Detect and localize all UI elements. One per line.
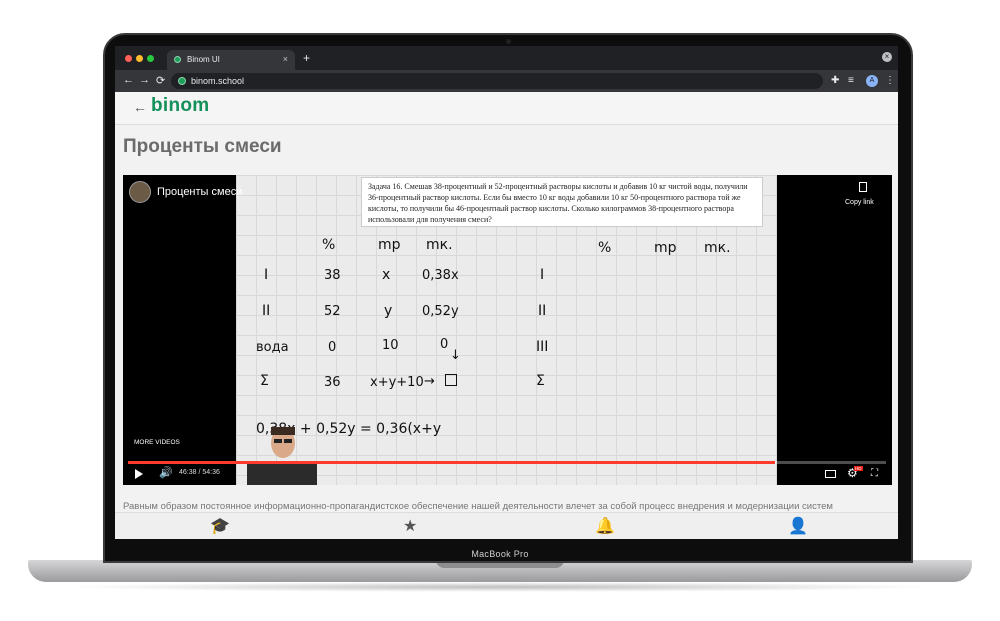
tab-title: Binom UI — [187, 55, 220, 64]
window-close-icon[interactable]: × — [882, 52, 892, 62]
arrow-right-icon: → — [424, 374, 435, 389]
play-icon[interactable] — [135, 469, 143, 479]
bell-icon[interactable]: 🔔 — [595, 516, 615, 536]
browser-tab[interactable]: Binom UI × — [167, 50, 295, 70]
header-mr: mр — [654, 240, 677, 256]
reload-button[interactable]: ⟳ — [156, 74, 165, 87]
cell-mk: 0,52y — [422, 304, 459, 319]
hd-badge: HD — [854, 466, 863, 471]
row-label: I — [264, 267, 269, 283]
cell-mr: x+y+10 — [370, 375, 424, 390]
arrow-down-icon: ↓ — [450, 348, 461, 363]
cell-mr: x — [382, 267, 391, 283]
cell-percent: 36 — [324, 375, 341, 390]
cell-mk: 0 — [440, 337, 449, 352]
row-label: II — [262, 303, 271, 319]
video-description: Равным образом постоянное информационно-… — [123, 501, 833, 512]
page-title: Проценты смеси — [123, 136, 282, 157]
menu-icon[interactable]: ⋮ — [885, 75, 895, 86]
new-tab-button[interactable]: + — [303, 51, 310, 65]
forward-button[interactable]: → — [139, 74, 150, 86]
reading-list-icon[interactable]: ≡ — [848, 75, 854, 86]
cell-mr: 10 — [382, 338, 399, 353]
address-bar[interactable]: binom.school — [171, 73, 823, 89]
more-videos-button[interactable]: MORE VIDEOS — [134, 439, 180, 446]
copy-icon[interactable] — [859, 182, 867, 192]
fullscreen-icon[interactable]: ⛶ — [871, 468, 878, 479]
cell-percent: 52 — [324, 304, 341, 319]
header-mk: mк. — [426, 237, 453, 253]
tab-close-icon[interactable]: × — [283, 54, 288, 64]
video-player[interactable]: Задача 16. Смешав 38-процентный и 52-про… — [123, 175, 892, 485]
url-text: binom.school — [191, 76, 245, 86]
channel-avatar[interactable] — [129, 181, 151, 203]
video-title[interactable]: Проценты смеси — [157, 186, 242, 198]
app-page: ← binom Проценты смеси Задача 16. Смешав… — [115, 92, 898, 539]
laptop-shadow — [60, 582, 940, 592]
webcam — [506, 39, 511, 44]
row-label: Σ — [536, 373, 545, 389]
cell-percent: 0 — [328, 340, 337, 355]
cell-mr: y — [384, 303, 393, 319]
row-label: I — [540, 267, 545, 283]
site-favicon — [174, 56, 181, 63]
cell-percent: 38 — [324, 268, 341, 283]
star-icon[interactable]: ★ — [403, 516, 417, 536]
time-display: 46:38 / 54:36 — [179, 469, 220, 476]
graduation-cap-icon[interactable]: 🎓 — [210, 516, 230, 536]
screen: Binom UI × + × ← → ⟳ binom.school ✚ ≡ A … — [115, 46, 898, 539]
back-arrow-icon[interactable]: ← — [133, 99, 147, 115]
window-minimize-light[interactable] — [136, 55, 143, 62]
whiteboard: Задача 16. Смешав 38-процентный и 52-про… — [236, 175, 777, 485]
browser-tab-bar: Binom UI × + × — [115, 46, 898, 70]
browser-toolbar: ← → ⟳ binom.school ✚ ≡ A ⋮ — [115, 70, 898, 92]
cell-mk: 0,38x — [422, 268, 459, 283]
copy-link-button[interactable]: Copy link — [845, 199, 874, 206]
header-mr: mр — [378, 237, 401, 253]
header-percent: % — [322, 237, 336, 253]
brand-logo[interactable]: binom — [151, 95, 210, 117]
header-mk: mк. — [704, 240, 731, 256]
bottom-nav: 🎓 ★ 🔔 👤 — [115, 512, 898, 539]
user-icon[interactable]: 👤 — [788, 516, 808, 536]
row-label: вода — [256, 340, 289, 355]
profile-avatar[interactable]: A — [866, 75, 878, 87]
app-header: ← binom — [115, 92, 898, 125]
back-button[interactable]: ← — [123, 74, 134, 86]
volume-icon[interactable]: 🔊 — [159, 466, 173, 479]
row-label: Σ — [260, 373, 269, 389]
extensions-icon[interactable]: ✚ — [831, 75, 839, 86]
site-favicon — [178, 77, 186, 85]
subtitles-icon[interactable] — [825, 470, 836, 478]
device-model-label: MacBook Pro — [471, 549, 529, 559]
task-statement: Задача 16. Смешав 38-процентный и 52-про… — [361, 177, 763, 227]
row-label: III — [536, 339, 549, 355]
row-label: II — [538, 303, 547, 319]
window-close-light[interactable] — [125, 55, 132, 62]
unknown-box — [445, 374, 457, 386]
window-zoom-light[interactable] — [147, 55, 154, 62]
header-percent: % — [598, 240, 612, 256]
player-controls: 🔊 46:38 / 54:36 ⚙ HD ⛶ — [123, 464, 892, 485]
